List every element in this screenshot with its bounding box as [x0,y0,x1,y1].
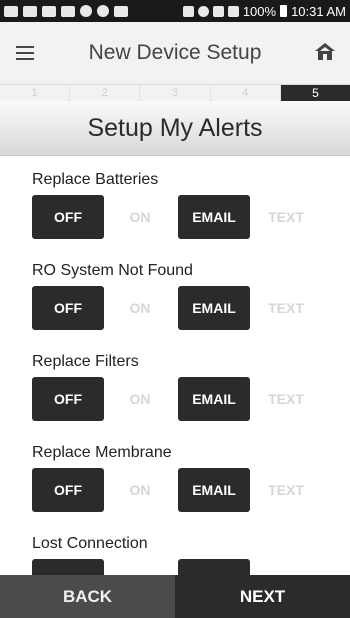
on-toggle[interactable]: ON [104,468,176,512]
back-button[interactable]: BACK [0,575,175,618]
on-toggle[interactable]: ON [104,559,176,575]
step-2: 2 [70,85,141,101]
home-icon[interactable] [314,42,336,62]
mail-icon [42,5,56,17]
step-4: 4 [211,85,281,101]
text-toggle[interactable]: TEXT [250,468,322,512]
text-toggle[interactable]: TEXT [250,195,322,239]
step-indicator: 1 2 3 4 5 [0,84,350,101]
text-toggle[interactable]: TEXT [250,559,322,575]
signal-icon [227,5,239,17]
message-icon [4,5,18,17]
off-toggle[interactable]: OFF [32,559,104,575]
step-1: 1 [0,85,71,101]
on-toggle[interactable]: ON [104,377,176,421]
next-button[interactable]: NEXT [175,575,350,618]
text-toggle[interactable]: TEXT [250,377,322,421]
battery-icon [280,5,288,17]
cloud-icon [114,5,128,17]
wifi-icon [212,5,224,17]
app-bar: New Device Setup [0,22,350,84]
status-bar: 100% 10:31 AM [0,0,350,22]
on-toggle[interactable]: ON [104,286,176,330]
battery-percent: 100% [242,3,277,19]
alerts-list[interactable]: Replace Batteries OFF ON EMAIL TEXT RO S… [0,157,350,575]
status-right-icons: 100% 10:31 AM [182,3,346,19]
temperature-icon [80,5,92,17]
alert-label: Replace Filters [32,353,139,370]
text-toggle[interactable]: TEXT [250,286,322,330]
app-icon [97,5,109,17]
off-toggle[interactable]: OFF [32,377,104,421]
step-5-active: 5 [280,85,350,101]
hamburger-menu-icon[interactable] [16,46,34,60]
status-left-icons [4,5,128,17]
alert-label: Replace Batteries [32,171,159,188]
mail-icon [61,5,75,17]
alert-label: RO System Not Found [32,262,193,279]
email-toggle[interactable]: EMAIL [178,559,250,575]
off-toggle[interactable]: OFF [32,195,104,239]
section-header: Setup My Alerts [0,101,350,156]
bluetooth-icon [182,5,194,17]
wrench-icon [23,5,37,17]
email-toggle[interactable]: EMAIL [178,468,250,512]
alarm-icon [197,5,209,17]
page-title: New Device Setup [88,41,262,64]
email-toggle[interactable]: EMAIL [178,195,250,239]
step-3: 3 [140,85,211,101]
footer-nav: BACK NEXT [0,575,350,618]
alert-label: Replace Membrane [32,444,172,461]
alert-label: Lost Connection [32,535,148,552]
email-toggle[interactable]: EMAIL [178,377,250,421]
off-toggle[interactable]: OFF [32,286,104,330]
clock: 10:31 AM [291,3,346,19]
on-toggle[interactable]: ON [104,195,176,239]
email-toggle[interactable]: EMAIL [178,286,250,330]
off-toggle[interactable]: OFF [32,468,104,512]
